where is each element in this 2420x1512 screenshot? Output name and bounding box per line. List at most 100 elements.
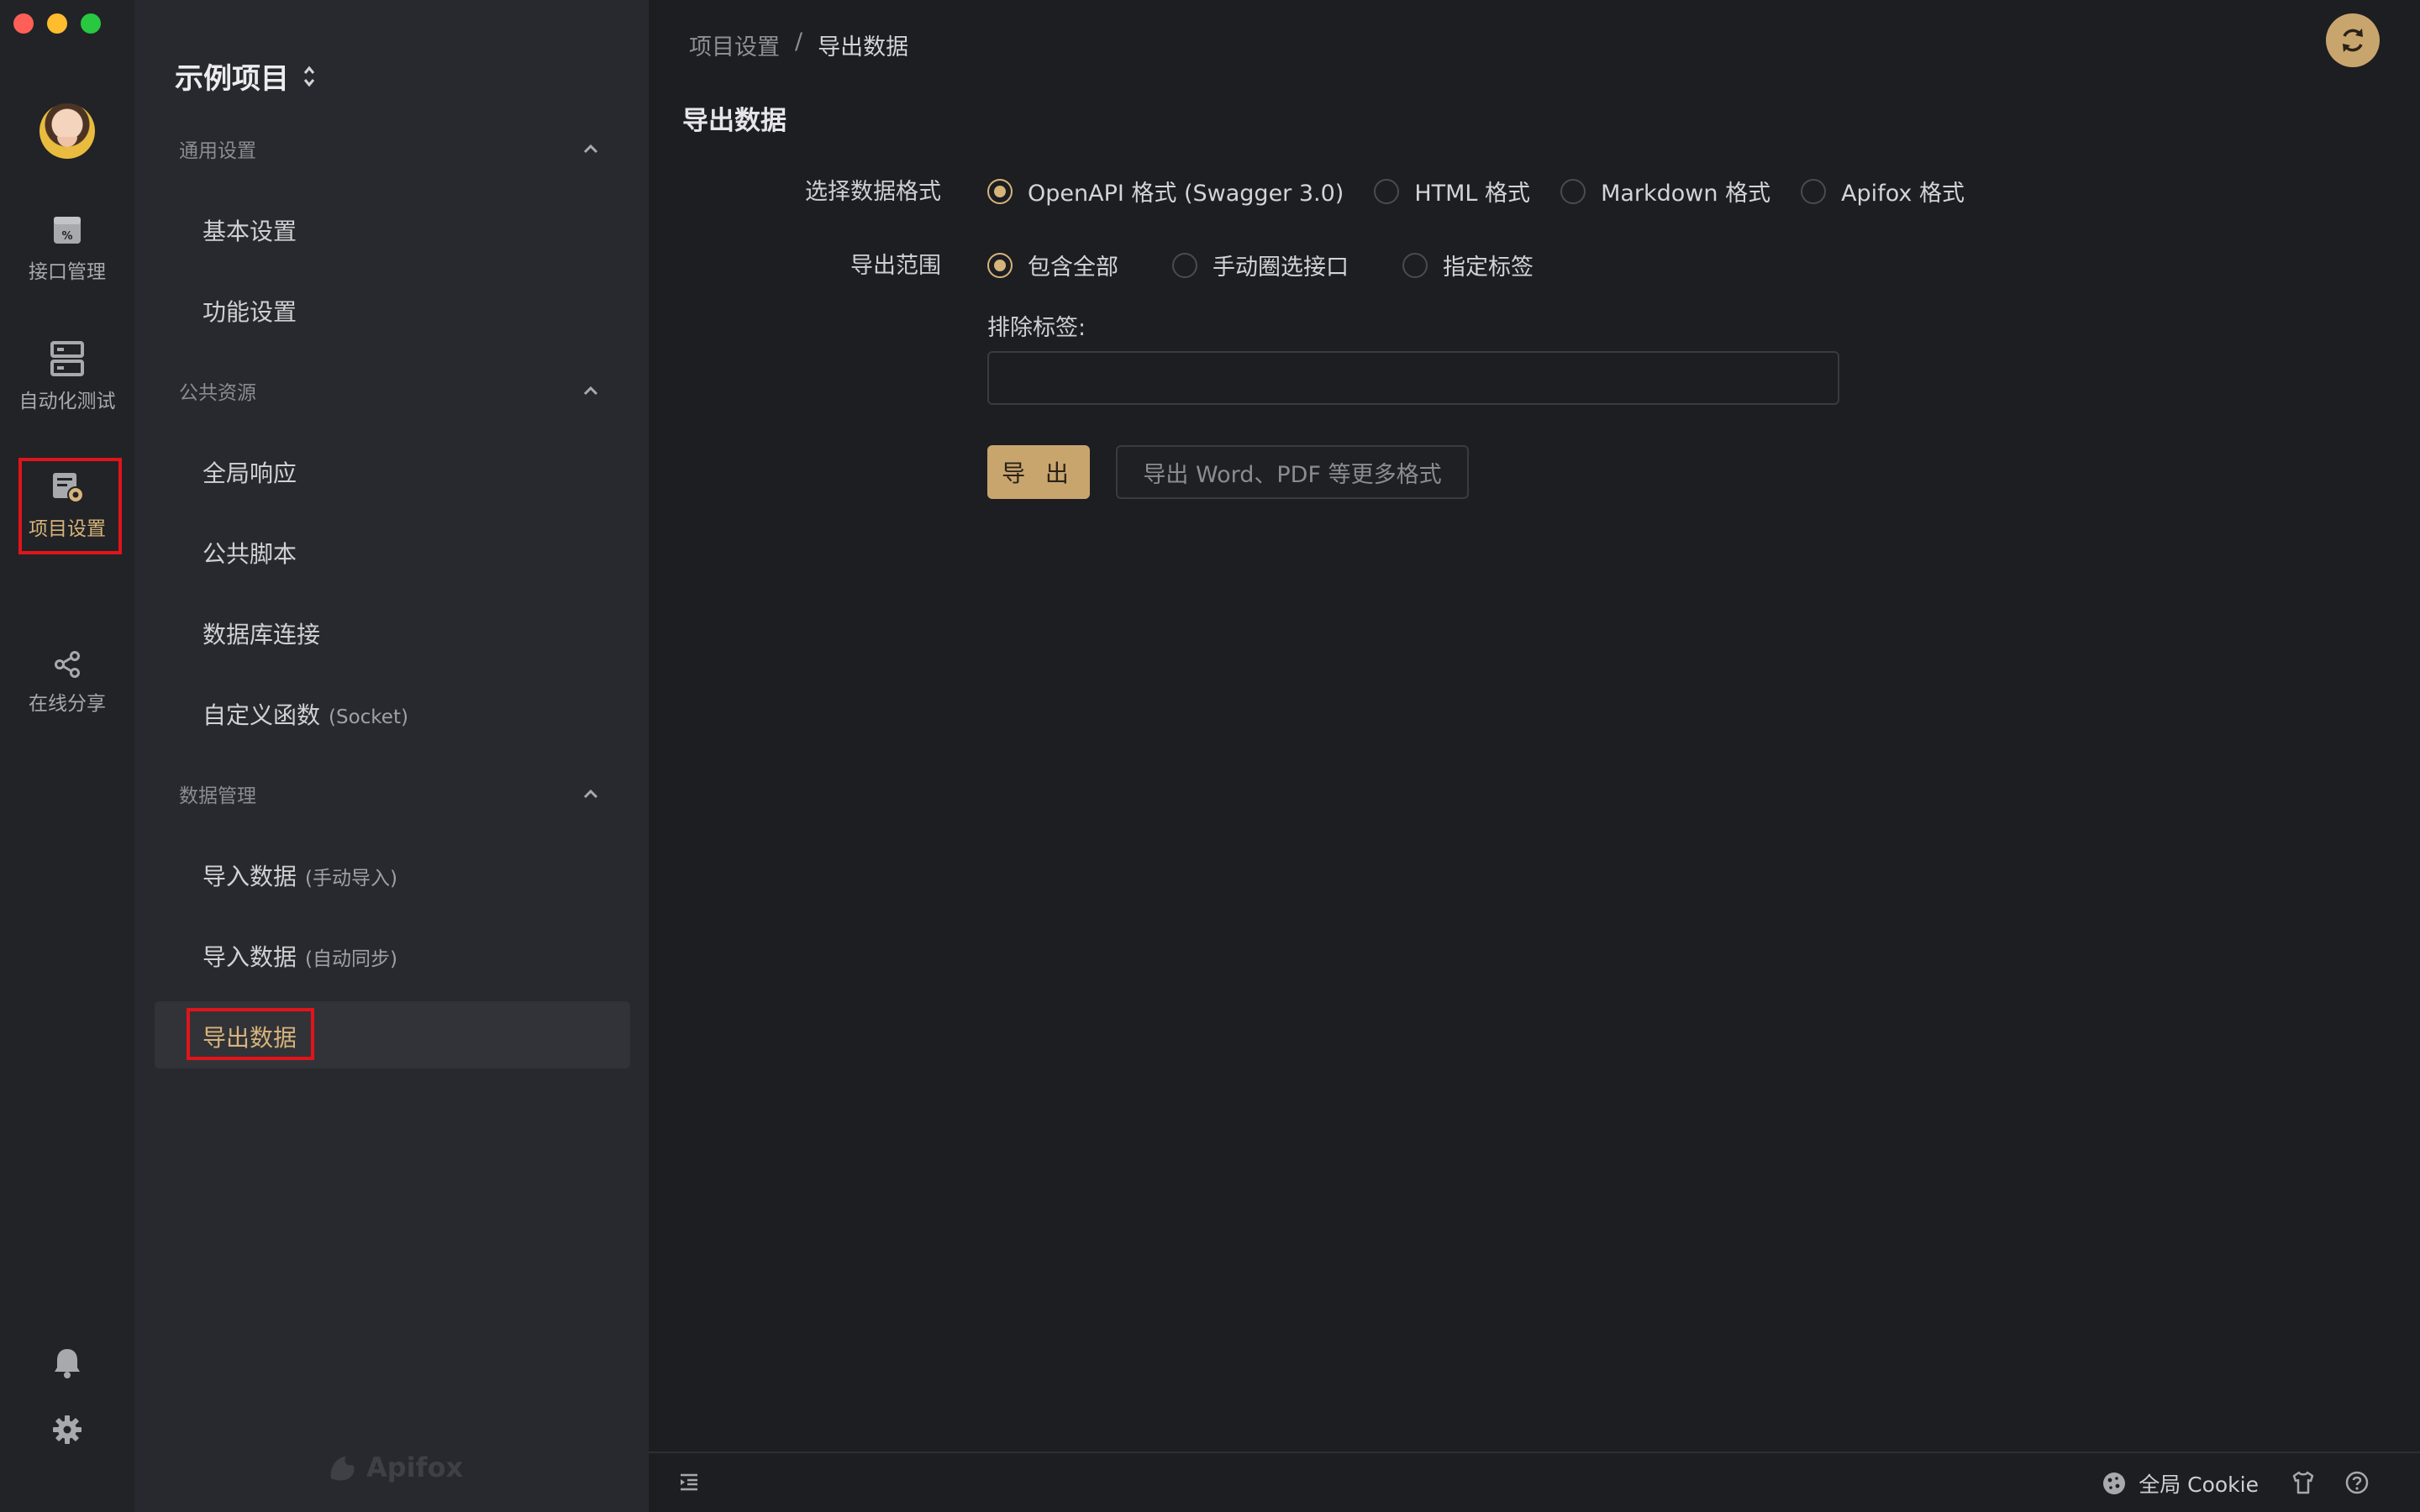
toggle-sidebar-button[interactable] [679, 1472, 699, 1495]
sidebar-item-import-manual[interactable]: 导入数据 (手动导入) [203, 858, 397, 892]
section-title: 通用设置 [179, 140, 256, 162]
breadcrumb-parent[interactable]: 项目设置 [689, 29, 780, 61]
radio-indicator [1560, 178, 1586, 204]
sidebar-item-label: 导入数据 [203, 863, 297, 890]
chevron-up-icon [583, 144, 598, 154]
rail-highlight-annotation [18, 458, 122, 554]
format-label: 选择数据格式 [805, 179, 941, 205]
scope-option-manual[interactable]: 手动圈选接口 [1172, 249, 1349, 281]
sidebar-item-feature-settings[interactable]: 功能设置 [203, 294, 297, 328]
option-label: 手动圈选接口 [1213, 255, 1349, 281]
server-icon [50, 341, 84, 376]
export-more-formats-button[interactable]: 导出 Word、PDF 等更多格式 [1116, 445, 1469, 499]
section-header-public-resources[interactable]: 公共资源 [179, 376, 599, 405]
radio-indicator [1172, 252, 1197, 278]
radio-indicator [987, 178, 1013, 204]
sidebar-item-label: 基本设置 [203, 218, 297, 245]
sidebar-item-global-response[interactable]: 全局响应 [203, 455, 297, 489]
project-switcher[interactable]: 示例项目 [175, 55, 316, 97]
help-icon [2345, 1471, 2369, 1494]
share-icon [55, 651, 80, 678]
chevron-up-down-icon [303, 66, 315, 87]
zoom-window-button[interactable] [81, 13, 101, 34]
format-option-markdown[interactable]: Markdown 格式 [1560, 175, 1770, 207]
scope-option-tags[interactable]: 指定标签 [1402, 249, 1534, 281]
breadcrumb-separator: / [795, 29, 803, 55]
format-option-apifox[interactable]: Apifox 格式 [1801, 175, 1965, 207]
section-title: 公共资源 [179, 382, 256, 404]
rail-item-label: 自动化测试 [18, 391, 116, 412]
settings-button[interactable] [0, 1415, 134, 1445]
option-label: 包含全部 [1028, 255, 1118, 281]
global-cookie-button[interactable]: 全局 Cookie [2102, 1468, 2259, 1499]
scope-radio-group: 包含全部 手动圈选接口 指定标签 [987, 249, 1534, 281]
radio-indicator [987, 252, 1013, 278]
radio-indicator [1374, 178, 1400, 204]
rail-item-api-management[interactable]: % 接口管理 [0, 213, 134, 284]
shirt-icon [2292, 1471, 2314, 1494]
close-window-button[interactable] [13, 13, 34, 34]
rail-item-label: 接口管理 [29, 261, 106, 283]
sidebar-item-label: 数据库连接 [203, 621, 321, 648]
brand-name: Apifox [366, 1452, 464, 1483]
option-label: Apifox 格式 [1841, 181, 1965, 207]
svg-text:%: % [61, 230, 72, 243]
bell-icon [55, 1349, 80, 1378]
option-label: Markdown 格式 [1601, 181, 1771, 207]
sidebar-item-label: 导入数据 [203, 943, 297, 971]
window-controls [13, 13, 101, 34]
cookie-icon [2103, 1473, 2126, 1494]
scope-label: 导出范围 [850, 253, 941, 279]
minimize-window-button[interactable] [47, 13, 67, 34]
sidebar-item-database-connection[interactable]: 数据库连接 [203, 617, 320, 650]
chevron-up-icon [583, 789, 598, 799]
sync-icon [2343, 29, 2363, 52]
sidebar-item-label: 公共脚本 [203, 540, 297, 568]
sidebar-item-import-auto-sync[interactable]: 导入数据 (自动同步) [203, 939, 397, 973]
avatar[interactable] [39, 103, 95, 159]
notifications-button[interactable] [0, 1347, 134, 1379]
sidebar-item-public-scripts[interactable]: 公共脚本 [203, 536, 297, 570]
icon-rail: % 接口管理 自动化测试 项目设置 在线分享 [0, 0, 134, 1512]
format-option-openapi[interactable]: OpenAPI 格式 (Swagger 3.0) [987, 175, 1344, 207]
api-icon: % [54, 217, 81, 244]
sidebar-highlight-annotation [187, 1008, 314, 1060]
status-bar: 全局 Cookie [649, 1452, 2420, 1512]
settings-sidebar: 示例项目 通用设置 基本设置 功能设置 公共资源 全局响应 公共脚本 数据库连接… [134, 0, 649, 1512]
radio-indicator [1402, 252, 1428, 278]
option-label: HTML 格式 [1414, 181, 1531, 207]
format-option-html[interactable]: HTML 格式 [1374, 175, 1530, 207]
radio-indicator [1801, 178, 1827, 204]
sidebar-item-sublabel: (自动同步) [305, 948, 397, 970]
breadcrumb-current: 导出数据 [818, 34, 909, 60]
exclude-tags-input[interactable] [987, 351, 1839, 405]
sync-button[interactable] [2326, 13, 2380, 67]
gear-icon [53, 1415, 82, 1444]
export-button[interactable]: 导 出 [987, 445, 1090, 499]
theme-button[interactable] [2291, 1470, 2316, 1499]
apifox-logo-icon [330, 1457, 355, 1481]
sidebar-item-sublabel: (手动导入) [305, 868, 397, 890]
format-radio-group: OpenAPI 格式 (Swagger 3.0) HTML 格式 Markdow… [987, 175, 1965, 207]
section-header-general[interactable]: 通用设置 [179, 134, 599, 163]
global-cookie-label: 全局 Cookie [2139, 1473, 2259, 1497]
help-button[interactable] [2344, 1470, 2370, 1499]
section-header-data-management[interactable]: 数据管理 [179, 780, 599, 808]
option-label: OpenAPI 格式 (Swagger 3.0) [1028, 181, 1344, 207]
chevron-up-icon [583, 386, 598, 396]
sidebar-item-label: 全局响应 [203, 459, 297, 487]
indent-icon [681, 1473, 697, 1491]
sidebar-item-custom-functions[interactable]: 自定义函数 (Socket) [203, 697, 408, 731]
main-content: 项目设置 / 导出数据 导出数据 选择数据格式 OpenAPI 格式 (Swag… [649, 0, 2420, 1512]
option-label: 指定标签 [1443, 255, 1534, 281]
rail-item-label: 在线分享 [29, 693, 106, 715]
sidebar-item-basic-settings[interactable]: 基本设置 [203, 213, 297, 247]
page-title: 导出数据 [682, 106, 786, 136]
project-name: 示例项目 [175, 62, 289, 96]
sidebar-item-sublabel: (Socket) [329, 706, 408, 728]
rail-item-automated-testing[interactable]: 自动化测试 [0, 341, 134, 413]
rail-item-online-share[interactable]: 在线分享 [0, 650, 134, 716]
breadcrumb: 项目设置 / 导出数据 [689, 29, 908, 61]
section-title: 数据管理 [179, 785, 256, 807]
scope-option-all[interactable]: 包含全部 [987, 249, 1118, 281]
